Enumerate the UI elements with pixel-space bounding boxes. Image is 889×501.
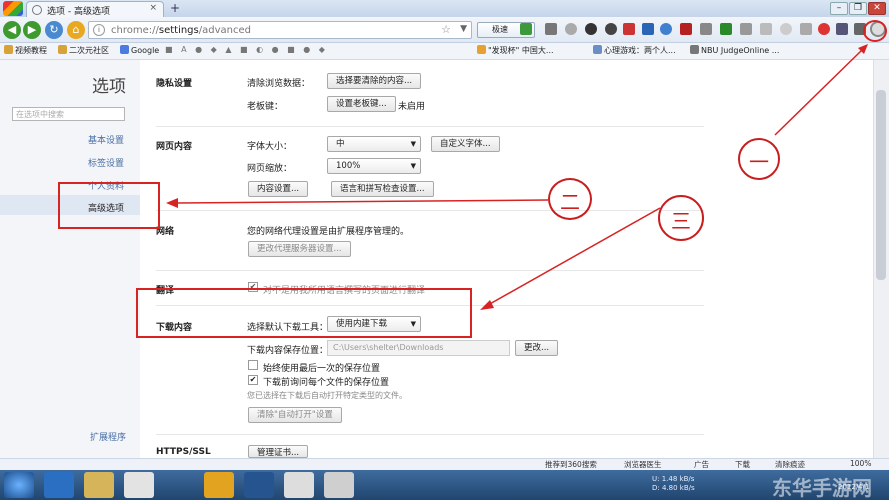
zoom-level[interactable]: 100% [850,459,871,468]
folder-icon[interactable] [84,472,114,498]
watermark: 东华手游网 [772,476,872,500]
annotation-box-downloads [136,288,472,338]
annotation-circle-one: 一 [738,138,780,180]
app-icon[interactable] [244,472,274,498]
annotation-arrow-three [487,207,661,306]
annotation-box-advanced [58,182,160,229]
annotation-circle-two: 二 [548,178,592,220]
status-bar [0,458,889,470]
browser-taskbar-icon[interactable] [324,472,354,498]
status-item[interactable]: 清除痕迹 [775,459,805,470]
media-player-icon[interactable] [124,472,154,498]
status-item[interactable]: 推荐到360搜索 [545,459,597,470]
annotation-arrowhead [166,198,178,208]
annotation-overlay [166,44,868,310]
chrome-icon[interactable] [284,472,314,498]
annotation-circle-three: 三 [658,195,704,241]
music-icon[interactable] [204,472,234,498]
annotation-arrowhead [480,300,494,310]
network-speed: U: 1.48 kB/s D: 4.80 kB/s [652,475,695,492]
annotation-arrow-two [177,199,549,204]
annotation-box-gear [863,20,887,42]
start-button-icon[interactable] [4,472,34,498]
status-item[interactable]: 浏览器医生 [624,459,662,470]
ie-icon[interactable] [44,472,74,498]
annotation-arrow-one [774,49,863,136]
status-item[interactable]: 广告 [694,459,709,470]
status-item[interactable]: 下载 [735,459,750,470]
